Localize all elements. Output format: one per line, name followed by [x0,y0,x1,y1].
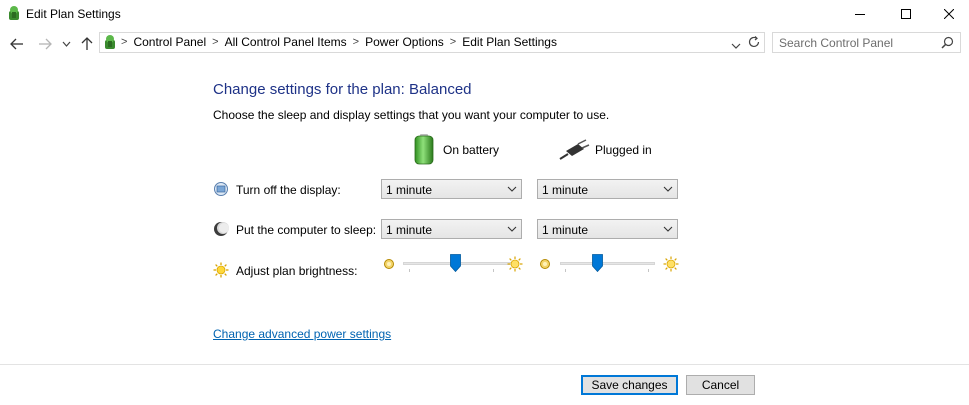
sleep-plugged-select[interactable]: 1 minute [537,219,678,239]
chevron-down-icon [731,43,741,49]
display-battery-select[interactable]: 1 minute [381,179,522,199]
close-icon [944,9,954,19]
slider-track [560,262,655,265]
control-panel-icon [102,34,118,50]
select-value: 1 minute [386,223,433,237]
breadcrumb-power-options[interactable]: Power Options [365,35,444,49]
brightness-battery-slider[interactable] [403,254,519,274]
column-header-battery: On battery [443,143,500,157]
recent-dropdown-icon [62,41,70,47]
footer-divider [0,364,969,365]
minimize-button[interactable] [837,0,883,28]
page-description: Choose the sleep and display settings th… [213,108,610,122]
title-bar: Edit Plan Settings [0,0,969,28]
brightness-plugged-slider[interactable] [560,254,655,274]
up-button[interactable] [77,34,97,54]
window-title: Edit Plan Settings [26,7,121,21]
select-value: 1 minute [386,183,433,197]
search-input[interactable] [779,35,929,50]
save-changes-button[interactable]: Save changes [581,375,678,395]
sleep-moon-icon [213,221,229,237]
chevron-down-icon [663,182,673,199]
close-button[interactable] [926,0,969,28]
display-icon [213,181,229,197]
display-plugged-select[interactable]: 1 minute [537,179,678,199]
row-label-sleep: Put the computer to sleep: [236,223,377,237]
refresh-button[interactable] [747,35,761,52]
search-box [772,32,961,53]
slider-thumb[interactable] [450,254,461,273]
slider-ticks [403,269,519,274]
select-value: 1 minute [542,183,589,197]
back-arrow-icon [10,38,23,50]
chevron-down-icon [507,222,517,239]
back-button[interactable] [7,34,27,54]
app-power-icon [6,5,22,21]
brightness-bright-icon [507,256,523,272]
address-dropdown-button[interactable] [731,39,741,53]
brightness-dim-icon [539,258,551,270]
slider-ticks [560,269,655,274]
breadcrumb-edit-plan[interactable]: Edit Plan Settings [462,35,557,49]
recent-locations-button[interactable] [59,34,73,54]
sleep-battery-select[interactable]: 1 minute [381,219,522,239]
forward-button[interactable] [35,34,55,54]
slider-track [403,262,519,265]
breadcrumb-control-panel[interactable]: Control Panel [133,35,206,49]
chevron-down-icon [663,222,673,239]
battery-icon [412,133,436,165]
up-arrow-icon [81,37,93,50]
chevron-down-icon [507,182,517,199]
slider-thumb[interactable] [592,254,603,273]
cancel-button[interactable]: Cancel [686,375,755,395]
search-icon[interactable] [941,36,954,52]
plug-icon [558,139,590,161]
brightness-bright-icon [663,256,679,272]
row-label-display: Turn off the display: [236,183,341,197]
breadcrumb-all-items[interactable]: All Control Panel Items [225,35,347,49]
forward-arrow-icon [39,38,52,50]
advanced-power-settings-link[interactable]: Change advanced power settings [213,327,391,341]
maximize-button[interactable] [883,0,929,28]
brightness-sun-icon [213,262,229,278]
page-title: Change settings for the plan: Balanced [213,81,472,98]
select-value: 1 minute [542,223,589,237]
column-header-plugged: Plugged in [595,143,652,157]
breadcrumb: > Control Panel > All Control Panel Item… [121,35,557,49]
refresh-icon [748,36,760,48]
brightness-dim-icon [383,258,395,270]
row-label-brightness: Adjust plan brightness: [236,264,358,278]
